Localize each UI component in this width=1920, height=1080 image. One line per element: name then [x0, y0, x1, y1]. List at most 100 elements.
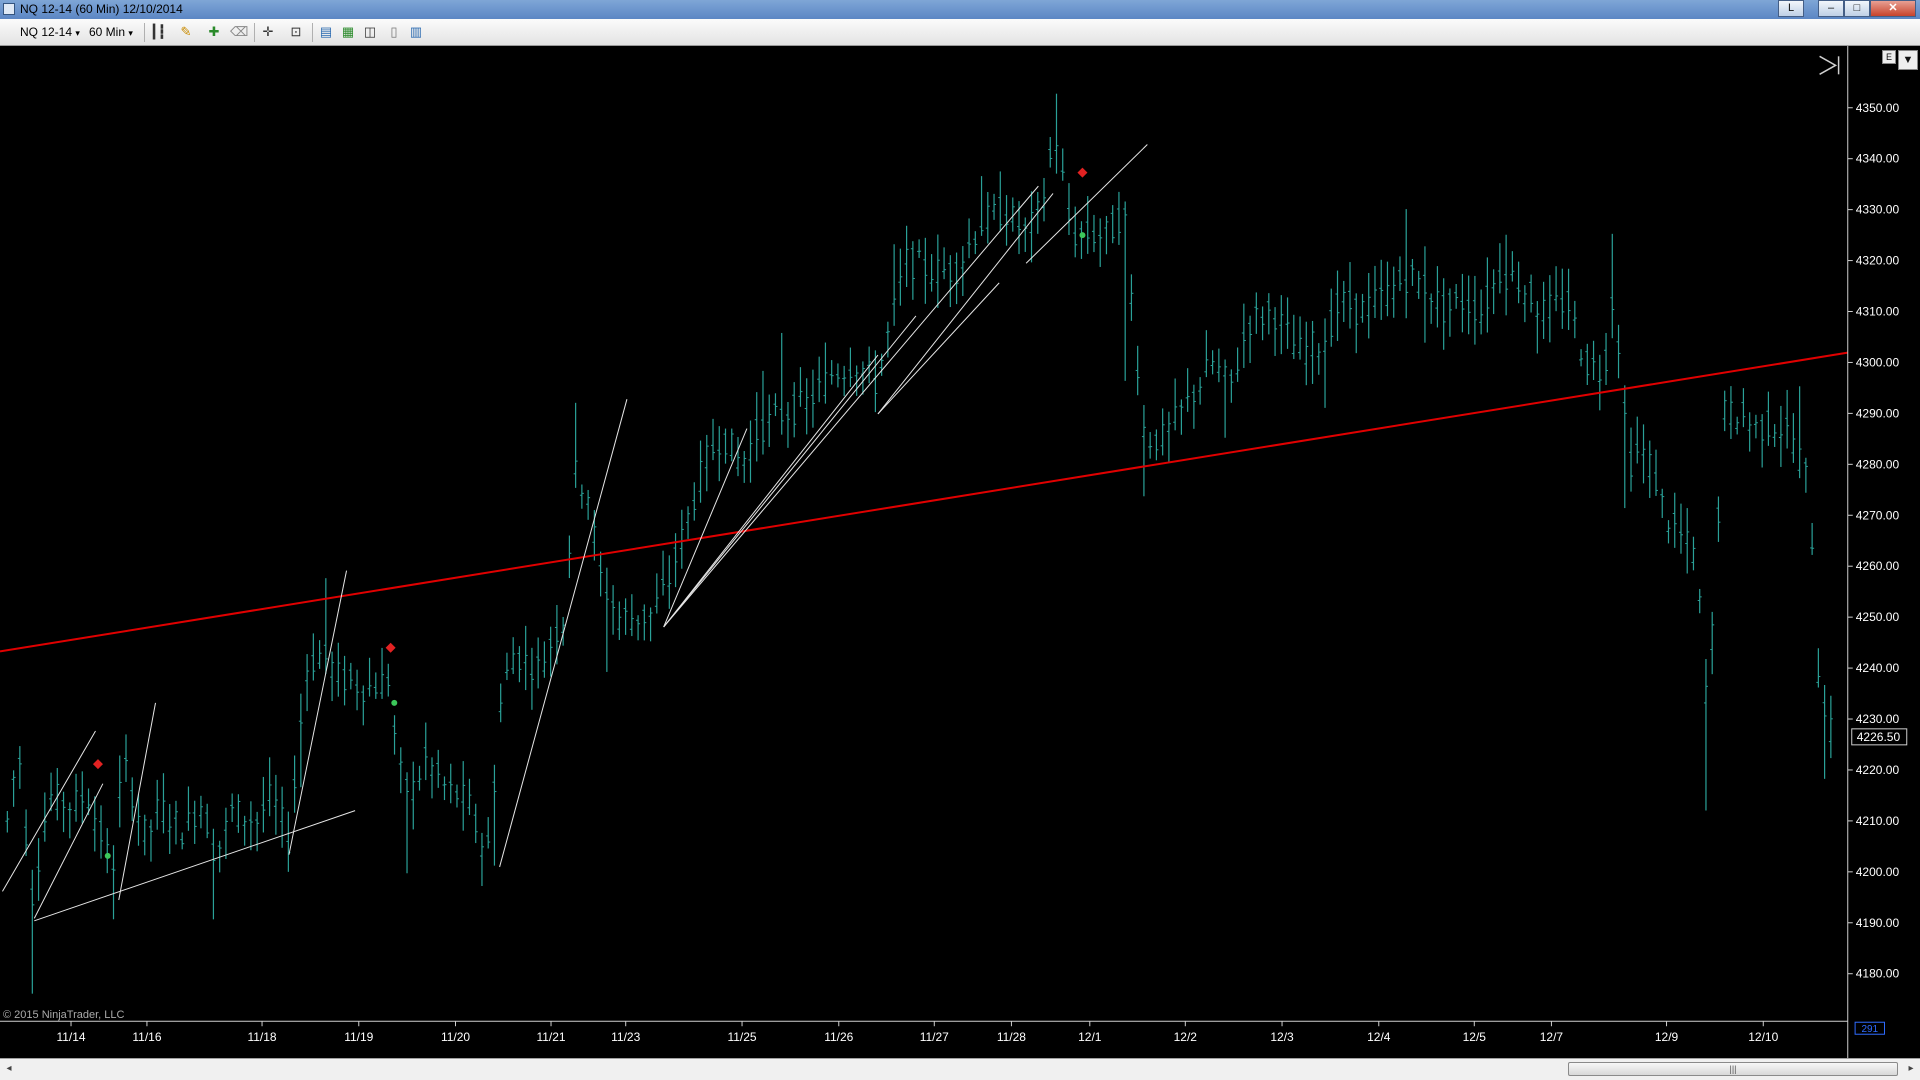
- maximize-button[interactable]: □: [1844, 0, 1870, 17]
- ohlc-bar: [1254, 292, 1259, 334]
- date-label: 11/19: [344, 1030, 373, 1044]
- pencil-draw-icon[interactable]: ✎: [178, 24, 194, 40]
- ohlc-bar: [1660, 488, 1665, 518]
- price-label: 4340.00: [1856, 152, 1900, 166]
- toolbar-separator: [254, 23, 255, 42]
- drawn-trend-line[interactable]: [499, 399, 628, 868]
- ohlc-bar: [117, 755, 122, 828]
- ohlc-bar: [1223, 359, 1228, 438]
- ohlc-bar: [779, 332, 784, 435]
- ohlc-bar: [1585, 343, 1590, 385]
- last-price-label: 4226.50: [1857, 730, 1901, 744]
- ohlc-bar: [1366, 272, 1371, 339]
- ohlc-bar: [1141, 405, 1146, 497]
- properties-icon[interactable]: ▤: [318, 24, 334, 40]
- strategies-icon[interactable]: ◫: [362, 24, 378, 40]
- ohlc-bar: [398, 747, 403, 794]
- crosshair-icon[interactable]: ✛: [260, 24, 276, 40]
- interval-selector[interactable]: 60 Min ▾: [89, 24, 133, 40]
- ohlc-bar: [804, 378, 809, 435]
- zoom-icon[interactable]: ⊡: [288, 24, 304, 40]
- ohlc-bar: [948, 255, 953, 308]
- ohlc-bar: [892, 244, 897, 326]
- drawn-trend-line[interactable]: [2, 730, 96, 892]
- price-label: 4290.00: [1856, 406, 1900, 420]
- bar-style-icon[interactable]: ┃┇: [150, 24, 166, 40]
- ohlc-bar: [1522, 285, 1527, 323]
- ohlc-bar: [935, 234, 940, 308]
- plus-tool-icon[interactable]: ✚: [206, 24, 222, 40]
- chevron-down-icon[interactable]: ▼: [1898, 50, 1918, 70]
- ohlc-bar: [267, 757, 272, 817]
- ohlc-bar: [642, 604, 647, 641]
- price-label: 4300.00: [1856, 355, 1900, 369]
- drawing-objects[interactable]: [0, 144, 1848, 922]
- ohlc-bar: [1329, 288, 1334, 347]
- drawn-trend-line[interactable]: [118, 702, 157, 901]
- price-chart[interactable]: 4350.00 4340.00 4330.00 4320.00 4310.00 4300.…: [0, 46, 1920, 1058]
- instrument-label: NQ 12-14: [20, 25, 73, 39]
- skip-to-end-icon[interactable]: [1819, 55, 1840, 75]
- link-button[interactable]: L: [1778, 0, 1804, 17]
- ohlc-bar: [248, 801, 253, 851]
- ohlc-bar: [1735, 416, 1740, 435]
- ohlc-bar: [373, 672, 378, 699]
- chart-canvas[interactable]: 4350.00 4340.00 4330.00 4320.00 4310.00 4300.…: [0, 46, 1920, 1058]
- price-axis[interactable]: 4350.00 4340.00 4330.00 4320.00 4310.00 4300.…: [1819, 46, 1908, 1058]
- ohlc-bar: [1753, 414, 1758, 439]
- ohlc-bar: [1397, 256, 1402, 291]
- ohlc-bar: [654, 573, 659, 614]
- scroll-left-arrow-icon[interactable]: ◂: [2, 1062, 16, 1076]
- minimize-button[interactable]: –: [1818, 0, 1844, 17]
- drawn-trend-line[interactable]: [663, 185, 1039, 628]
- ohlc-bar: [636, 615, 641, 641]
- sell-signal-marker: [385, 642, 396, 653]
- ohlc-bar: [648, 607, 653, 642]
- scroll-thumb[interactable]: |||: [1568, 1062, 1898, 1076]
- ohlc-bar: [954, 252, 959, 305]
- ohlc-bar: [1547, 275, 1552, 343]
- ohlc-bar: [1479, 289, 1484, 335]
- ohlc-bar: [760, 370, 765, 455]
- ohlc-bar: [1298, 316, 1303, 360]
- price-label: 4270.00: [1856, 508, 1900, 522]
- ohlc-bar: [1554, 266, 1559, 312]
- scroll-right-arrow-icon[interactable]: ▸: [1904, 1062, 1918, 1076]
- ohlc-bar: [1472, 275, 1477, 345]
- drawn-trend-line[interactable]: [877, 193, 1054, 415]
- ohlc-bar: [161, 773, 166, 834]
- ohlc-bar: [1654, 449, 1658, 496]
- horizontal-scrollbar[interactable]: ◂ ||| ▸: [0, 1058, 1920, 1080]
- ohlc-bar: [579, 484, 584, 509]
- ohlc-bar: [1516, 261, 1521, 304]
- drawn-trend-line[interactable]: [663, 428, 748, 628]
- ohlc-bar: [810, 369, 815, 428]
- drawn-trend-line[interactable]: [288, 570, 348, 855]
- ohlc-bar: [1348, 262, 1352, 329]
- price-bars: [5, 93, 1833, 994]
- ohlc-bar: [1710, 611, 1715, 675]
- ohlc-bar: [479, 832, 484, 887]
- chart-corner-button[interactable]: E: [1882, 50, 1896, 64]
- ohlc-bar: [711, 418, 716, 461]
- instrument-selector[interactable]: NQ 12-14 ▾: [20, 24, 80, 40]
- time-axis[interactable]: 11/14 11/16 11/18 11/19 11/20 11/21 11/23 11/25…: [0, 1009, 1885, 1044]
- ohlc-bar: [1766, 391, 1771, 446]
- eraser-icon[interactable]: ⌫: [230, 24, 248, 40]
- price-label: 4190.00: [1856, 916, 1900, 930]
- indicators-icon[interactable]: ▦: [340, 24, 356, 40]
- ohlc-bar: [473, 803, 478, 844]
- date-label: 11/21: [536, 1030, 565, 1044]
- ohlc-bar: [729, 428, 734, 462]
- ohlc-bar: [74, 773, 79, 822]
- drawn-trend-line[interactable]: [877, 282, 1000, 415]
- ohlc-bar: [1054, 93, 1059, 174]
- drawn-trend-line[interactable]: [663, 354, 879, 628]
- layout-icon[interactable]: ▥: [408, 24, 424, 40]
- close-button[interactable]: ✕: [1870, 0, 1916, 17]
- drawn-trend-line[interactable]: [663, 315, 917, 628]
- red-trendline[interactable]: [0, 351, 1848, 653]
- ohlc-bar: [1260, 306, 1265, 341]
- ohlc-bar: [792, 382, 797, 438]
- data-box-icon[interactable]: ▯: [386, 24, 402, 40]
